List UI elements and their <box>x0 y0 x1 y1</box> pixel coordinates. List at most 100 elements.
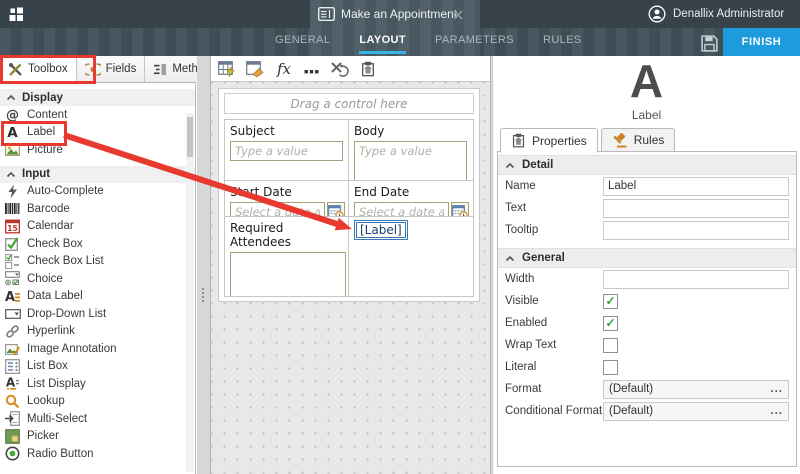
layout-table: Subject Body Start Date End Date Require… <box>224 119 474 297</box>
start-date-picker-button[interactable] <box>327 202 345 217</box>
end-date-picker-button[interactable] <box>451 202 469 217</box>
table-expression-icon <box>218 60 237 77</box>
paste-icon <box>360 61 376 77</box>
calendar-picker-icon <box>452 204 468 218</box>
user-menu[interactable]: Denallix Administrator <box>648 5 784 23</box>
properties-tab-bar: PropertiesRules <box>500 128 675 152</box>
toolbox-item-content[interactable]: @Content <box>0 106 195 124</box>
toolbox-item-lookup[interactable]: Lookup <box>0 393 195 411</box>
toolbox-item-picture[interactable]: Picture <box>0 141 195 159</box>
toolbox-item-drop-down-list[interactable]: Drop-Down List <box>0 305 195 323</box>
panel-tab-fields[interactable]: Fields <box>77 56 146 82</box>
chevron-up-icon <box>6 94 16 101</box>
toolbox-item-calendar[interactable]: 15Calendar <box>0 218 195 236</box>
subject-input[interactable] <box>230 141 343 161</box>
required-attendees-input[interactable] <box>230 252 346 296</box>
svg-text:@: @ <box>6 108 19 122</box>
subject-cell[interactable]: Subject <box>225 120 349 181</box>
toolbox-item-picker[interactable]: Picker <box>0 428 195 446</box>
control-type-name: Label <box>493 108 800 122</box>
toolbox-item-check-box-list[interactable]: Check Box List <box>0 253 195 271</box>
wrap-text-checkbox[interactable] <box>603 338 618 353</box>
property-row-visible: Visible✓ <box>498 290 796 312</box>
svg-text:A: A <box>6 376 16 390</box>
image-annotation-icon <box>4 342 21 356</box>
start-date-input[interactable] <box>230 202 325 217</box>
tooltip-field[interactable] <box>603 221 789 240</box>
property-label-visible: Visible <box>505 295 603 307</box>
toolbox-item-image-annotation[interactable]: Image Annotation <box>0 340 195 358</box>
finish-button[interactable]: FINISH <box>723 28 800 56</box>
toolbox-item-list-display[interactable]: AList Display <box>0 375 195 393</box>
function-button[interactable]: fx <box>272 58 295 80</box>
paste-button[interactable] <box>356 58 379 80</box>
tab-properties[interactable]: Properties <box>500 128 598 153</box>
format-dropdown[interactable]: (Default)... <box>603 380 789 399</box>
panel-tab-toolbox[interactable]: Toolbox <box>0 56 77 82</box>
end-date-input[interactable] <box>354 202 449 217</box>
toolbox-item-list-box[interactable]: List Box <box>0 358 195 376</box>
text-field[interactable] <box>603 199 789 218</box>
section-header-display[interactable]: Display <box>0 89 195 106</box>
ellipsis-button[interactable]: ... <box>770 405 783 417</box>
section-header-input[interactable]: Input <box>0 166 195 183</box>
table-style-button[interactable] <box>244 58 267 80</box>
toolbox-item-barcode[interactable]: Barcode <box>0 200 195 218</box>
label-control-cell[interactable]: [Label] <box>349 217 473 296</box>
end-date-label: End Date <box>354 185 468 199</box>
label-icon: A <box>4 125 21 140</box>
tools-button[interactable] <box>328 58 351 80</box>
check-box-list-icon <box>4 254 21 269</box>
barcode-icon <box>4 202 21 215</box>
toolbox-item-multi-select[interactable]: Multi-Select <box>0 410 195 428</box>
toolbox-item-hyperlink[interactable]: Hyperlink <box>0 323 195 341</box>
toolbox-item-label[interactable]: ALabel <box>0 124 195 142</box>
conditional-format-dropdown[interactable]: (Default)... <box>603 402 789 421</box>
splitter-grip[interactable] <box>201 288 205 302</box>
property-label-conditional-format: Conditional Format <box>505 405 603 417</box>
start-date-cell[interactable]: Start Date <box>225 181 349 217</box>
toolbox-item-radio-button[interactable]: Radio Button <box>0 445 195 463</box>
choice-icon <box>4 271 21 286</box>
tab-rules[interactable]: RULES <box>543 29 582 54</box>
toolbox-scrollbar[interactable] <box>186 113 194 472</box>
ellipsis-button[interactable]: ... <box>770 383 783 395</box>
property-section-general[interactable]: General <box>498 248 796 268</box>
body-cell[interactable]: Body <box>349 120 473 181</box>
tab-layout[interactable]: LAYOUT <box>359 29 406 54</box>
property-label-width: Width <box>505 273 603 285</box>
end-date-cell[interactable]: End Date <box>349 181 473 217</box>
drop-down-list-icon <box>4 308 21 320</box>
data-label-icon: A <box>4 289 21 303</box>
tab-general[interactable]: GENERAL <box>275 29 330 54</box>
toolbox-item-auto-complete[interactable]: Auto-Complete <box>0 183 195 201</box>
drop-target[interactable]: Drag a control here <box>224 93 474 114</box>
required-attendees-cell[interactable]: Required Attendees <box>225 217 349 296</box>
chevron-up-icon <box>505 255 515 262</box>
label-control-selected[interactable]: [Label] <box>356 222 406 238</box>
close-icon[interactable] <box>451 8 465 22</box>
name-field[interactable] <box>603 177 789 196</box>
table-expression-button[interactable] <box>216 58 239 80</box>
ellipsis-button[interactable] <box>300 58 323 80</box>
width-field[interactable] <box>603 270 789 289</box>
literal-checkbox[interactable] <box>603 360 618 375</box>
body-input[interactable] <box>354 141 467 181</box>
property-label-text: Text <box>505 202 603 214</box>
tab-parameters[interactable]: PARAMETERS <box>435 29 514 54</box>
toolbox-panel: ToolboxFieldsMethods Display@ContentALab… <box>0 56 196 474</box>
toolbox-item-check-box[interactable]: Check Box <box>0 235 195 253</box>
property-section-detail[interactable]: Detail <box>498 155 796 175</box>
scrollbar-thumb[interactable] <box>187 117 193 157</box>
toolbox-item-choice[interactable]: Choice <box>0 270 195 288</box>
subject-label: Subject <box>230 124 343 138</box>
app-grid-logo-icon[interactable] <box>8 6 25 28</box>
enabled-checkbox[interactable]: ✓ <box>603 316 618 331</box>
list-box-icon <box>4 359 21 374</box>
visible-checkbox[interactable]: ✓ <box>603 294 618 309</box>
toolbox-item-data-label[interactable]: AData Label <box>0 288 195 306</box>
lookup-icon <box>4 394 21 409</box>
panel-splitter-left[interactable] <box>197 56 210 474</box>
tab-rules[interactable]: Rules <box>601 128 676 152</box>
save-button[interactable] <box>697 32 721 54</box>
